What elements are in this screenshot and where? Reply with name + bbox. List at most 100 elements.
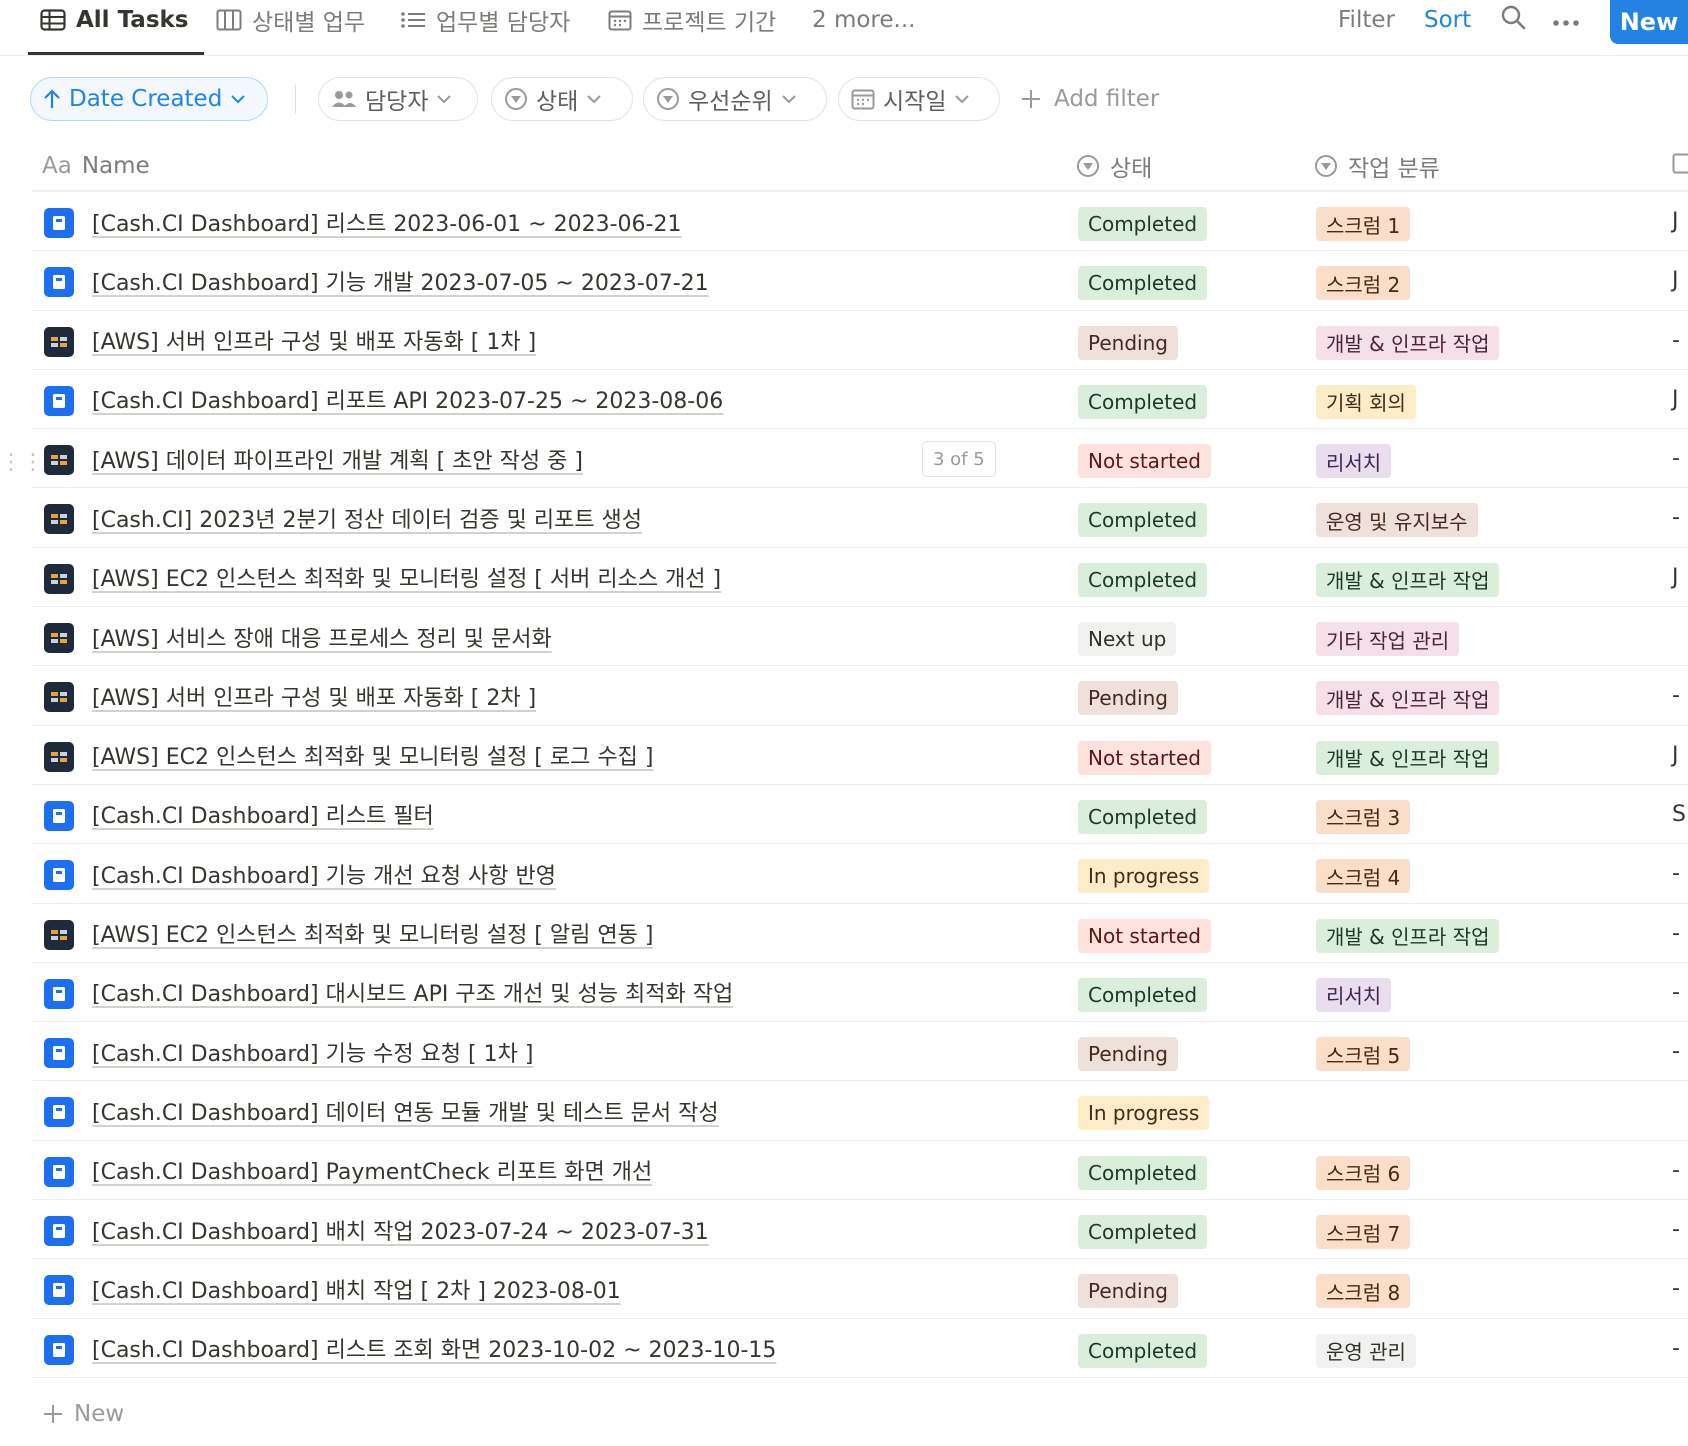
row-title-link[interactable]: [Cash.CI Dashboard] 기능 수정 요청 [ 1차 ] — [92, 1022, 1092, 1081]
row-title-link[interactable]: [Cash.CI Dashboard] 기능 개선 요청 사항 반영 — [92, 844, 1092, 903]
row-title-link[interactable]: [Cash.CI Dashboard] 배치 작업 [ 2차 ] 2023-08… — [92, 1259, 1092, 1318]
tab-board-by-status[interactable]: 상태별 업무 — [216, 0, 365, 40]
status-badge[interactable]: Completed — [1078, 1333, 1208, 1368]
row-title-link[interactable]: [Cash.CI Dashboard] 리스트 필터 — [92, 785, 1092, 844]
column-header-name[interactable]: Aa Name — [42, 140, 150, 192]
status-badge[interactable]: Pending — [1078, 681, 1178, 716]
tab-timeline[interactable]: 프로젝트 기간 — [608, 0, 776, 40]
filter-chip-status[interactable]: 상태 — [491, 77, 633, 121]
status-badge[interactable]: Pending — [1078, 1037, 1178, 1072]
row-title-link[interactable]: [AWS] 서버 인프라 구성 및 배포 자동화 [ 2차 ] — [92, 666, 1092, 725]
status-badge[interactable]: Next up — [1078, 622, 1177, 657]
table-row[interactable]: [AWS] EC2 인스턴스 최적화 및 모니터링 설정 [ 알림 연동 ] No… — [32, 904, 1688, 963]
category-badge[interactable]: 스크럼 1 — [1316, 207, 1411, 241]
row-title-link[interactable]: [AWS] EC2 인스턴스 최적화 및 모니터링 설정 [ 서버 리소스 개선… — [92, 548, 1092, 607]
table-row[interactable]: [AWS] 서버 인프라 구성 및 배포 자동화 [ 2차 ] Pending 개발… — [32, 666, 1688, 726]
table-row[interactable]: [Cash.CI Dashboard] 배치 작업 [ 2차 ] 2023-08… — [32, 1259, 1688, 1319]
table-row[interactable]: [AWS] 서비스 장애 대응 프로세스 정리 및 문서화 Next up 기타 작… — [32, 607, 1688, 667]
table-row[interactable]: [Cash.CI Dashboard] 대시보드 API 구조 개선 및 성능 … — [32, 963, 1688, 1023]
table-row[interactable]: [Cash.CI Dashboard] 배치 작업 2023-07-24 ~ 2… — [32, 1200, 1688, 1260]
table-row[interactable]: [Cash.CI Dashboard] 기능 수정 요청 [ 1차 ] Pendi… — [32, 1022, 1688, 1082]
row-title-link[interactable]: [AWS] 서버 인프라 구성 및 배포 자동화 [ 1차 ] — [92, 311, 1092, 370]
status-badge[interactable]: In progress — [1078, 1096, 1210, 1131]
table-row[interactable]: [Cash.CI] 2023년 2분기 정산 데이터 검증 및 리포트 생성 Co… — [32, 488, 1688, 548]
filter-chip-priority[interactable]: 우선순위 — [643, 77, 827, 121]
category-badge[interactable]: 기타 작업 관리 — [1316, 622, 1460, 657]
tab-list-by-assignee[interactable]: 업무별 담당자 — [400, 0, 570, 40]
row-title-link[interactable]: [Cash.CI Dashboard] 기능 개발 2023-07-05 ~ 2… — [92, 251, 1092, 310]
table-row[interactable]: [AWS] EC2 인스턴스 최적화 및 모니터링 설정 [ 로그 수집 ] No… — [32, 726, 1688, 785]
row-title-link[interactable]: [AWS] 서비스 장애 대응 프로세스 정리 및 문서화 — [92, 607, 1092, 666]
row-title-link[interactable]: [Cash.CI Dashboard] 배치 작업 2023-07-24 ~ 2… — [92, 1200, 1092, 1259]
table-row[interactable]: [Cash.CI Dashboard] 리스트 2023-06-01 ~ 202… — [32, 192, 1688, 252]
table-row[interactable]: [Cash.CI Dashboard] 기능 개발 2023-07-05 ~ 2… — [32, 251, 1688, 311]
table-row[interactable]: [Cash.CI Dashboard] 리스트 조회 화면 2023-10-02… — [32, 1319, 1688, 1378]
row-title-link[interactable]: [Cash.CI Dashboard] 리스트 조회 화면 2023-10-02… — [92, 1319, 1092, 1378]
status-badge[interactable]: Completed — [1078, 799, 1208, 834]
row-open-tag[interactable]: 3 of 5 — [922, 441, 996, 478]
category-badge[interactable]: 개발 & 인프라 작업 — [1316, 918, 1500, 953]
category-badge[interactable]: 운영 관리 — [1316, 1333, 1416, 1368]
search-button[interactable] — [1500, 0, 1526, 40]
category-badge[interactable]: 스크럼 8 — [1316, 1274, 1411, 1309]
category-badge[interactable]: 스크럼 7 — [1316, 1215, 1411, 1250]
table-row[interactable]: [Cash.CI Dashboard] 기능 개선 요청 사항 반영 In pro… — [32, 844, 1688, 904]
more-views-button[interactable]: 2 more... — [812, 0, 915, 40]
table-row[interactable]: [Cash.CI Dashboard] 데이터 연동 모듈 개발 및 테스트 문… — [32, 1081, 1688, 1141]
category-badge[interactable]: 운영 및 유지보수 — [1316, 503, 1478, 538]
status-badge[interactable]: Pending — [1078, 325, 1178, 360]
status-badge[interactable]: Not started — [1078, 444, 1211, 479]
filter-button[interactable]: Filter — [1338, 0, 1395, 40]
table-row[interactable]: [Cash.CI Dashboard] 리포트 API 2023-07-25 ~… — [32, 370, 1688, 430]
category-badge[interactable]: 스크럼 3 — [1316, 799, 1411, 834]
row-title-link[interactable]: [Cash.CI] 2023년 2분기 정산 데이터 검증 및 리포트 생성 — [92, 488, 1092, 547]
more-options-button[interactable] — [1552, 0, 1580, 40]
status-badge[interactable]: Completed — [1078, 384, 1208, 419]
column-header-category[interactable]: 작업 분류 — [1314, 140, 1440, 192]
status-badge[interactable]: Not started — [1078, 740, 1211, 775]
row-title-link[interactable]: [AWS] EC2 인스턴스 최적화 및 모니터링 설정 [ 로그 수집 ] — [92, 726, 1092, 785]
row-title-link[interactable]: [Cash.CI Dashboard] 대시보드 API 구조 개선 및 성능 … — [92, 963, 1092, 1022]
status-badge[interactable]: Pending — [1078, 1274, 1178, 1309]
category-badge[interactable]: 개발 & 인프라 작업 — [1316, 562, 1500, 597]
column-header-next[interactable] — [1672, 140, 1688, 192]
category-badge[interactable]: 스크럼 5 — [1316, 1037, 1411, 1072]
status-badge[interactable]: Completed — [1078, 562, 1208, 597]
category-badge[interactable]: 리서치 — [1316, 977, 1392, 1012]
row-title-link[interactable]: [AWS] EC2 인스턴스 최적화 및 모니터링 설정 [ 알림 연동 ] — [92, 904, 1092, 963]
new-button[interactable]: New — [1610, 0, 1688, 44]
add-filter-button[interactable]: Add filter — [1020, 77, 1159, 121]
table-row[interactable]: [AWS] EC2 인스턴스 최적화 및 모니터링 설정 [ 서버 리소스 개선… — [32, 548, 1688, 608]
status-badge[interactable]: Completed — [1078, 266, 1208, 301]
row-title-link[interactable]: [Cash.CI Dashboard] 리포트 API 2023-07-25 ~… — [92, 370, 1092, 429]
status-badge[interactable]: In progress — [1078, 859, 1210, 894]
table-row[interactable]: [Cash.CI Dashboard] PaymentCheck 리포트 화면 … — [32, 1141, 1688, 1201]
filter-chip-assignee[interactable]: 담당자 — [318, 77, 478, 121]
table-row[interactable]: [Cash.CI Dashboard] 리스트 필터 Completed 스크럼 3… — [32, 785, 1688, 845]
add-new-row-button[interactable]: New — [32, 1386, 1688, 1442]
category-badge[interactable]: 기획 회의 — [1316, 384, 1416, 419]
status-badge[interactable]: Completed — [1078, 1155, 1208, 1190]
sort-chip-date-created[interactable]: Date Created — [30, 77, 268, 121]
status-badge[interactable]: Completed — [1078, 503, 1208, 538]
category-badge[interactable]: 리서치 — [1316, 444, 1392, 479]
row-title-link[interactable]: [Cash.CI Dashboard] 리스트 2023-06-01 ~ 202… — [92, 192, 1092, 251]
status-badge[interactable]: Completed — [1078, 1215, 1208, 1250]
status-badge[interactable]: Completed — [1078, 207, 1208, 241]
tab-all-tasks[interactable]: All Tasks — [40, 0, 189, 40]
category-badge[interactable]: 개발 & 인프라 작업 — [1316, 740, 1500, 775]
status-badge[interactable]: Not started — [1078, 918, 1211, 953]
row-title-link[interactable]: [Cash.CI Dashboard] 데이터 연동 모듈 개발 및 테스트 문… — [92, 1081, 1092, 1140]
category-badge[interactable]: 개발 & 인프라 작업 — [1316, 325, 1500, 360]
category-badge[interactable]: 스크럼 2 — [1316, 266, 1411, 301]
category-badge[interactable]: 스크럼 4 — [1316, 859, 1411, 894]
row-title-link[interactable]: [Cash.CI Dashboard] PaymentCheck 리포트 화면 … — [92, 1141, 1092, 1200]
sort-button[interactable]: Sort — [1424, 0, 1471, 40]
filter-chip-start-date[interactable]: 시작일 — [838, 77, 1000, 121]
category-badge[interactable]: 개발 & 인프라 작업 — [1316, 681, 1500, 716]
table-row[interactable]: [AWS] 서버 인프라 구성 및 배포 자동화 [ 1차 ] Pending 개발… — [32, 311, 1688, 370]
status-badge[interactable]: Completed — [1078, 977, 1208, 1012]
table-row[interactable]: [AWS] 데이터 파이프라인 개발 계획 [ 초안 작성 중 ] 3 of 5N… — [32, 429, 1688, 489]
category-badge[interactable]: 스크럼 6 — [1316, 1155, 1411, 1190]
column-header-status[interactable]: 상태 — [1076, 140, 1152, 192]
